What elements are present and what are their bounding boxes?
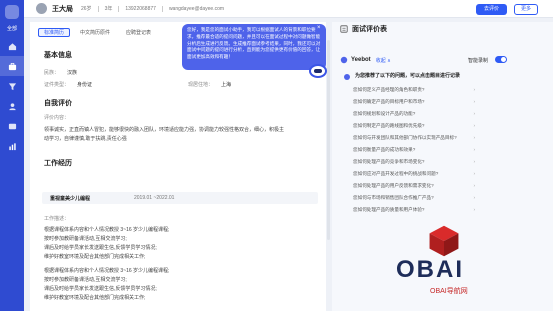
resume-scrollbar[interactable] xyxy=(327,40,330,240)
ethnicity-field: 民族： 汉族 xyxy=(44,69,77,76)
self-eval-title: 自我评价 xyxy=(44,100,72,107)
question-item[interactable]: 您如何应对产品开发过程中的挑战和问题? › xyxy=(353,168,475,180)
question-item[interactable]: 您如何处理产品的用户反馈和需求变化? › xyxy=(353,180,475,192)
question-list: 您如何定义产品经理的角色和职责? › 您如何确定产品的目标用户和市场? › 您如何规… xyxy=(353,84,475,216)
work-desc-line: 课后及时给学员家长发送跟生信,反馈学员学习情况; xyxy=(44,286,157,292)
self-eval-line: 动学习，自律谨慎,敢于扶跳,责任心强 xyxy=(44,136,127,142)
bot-avatar-icon xyxy=(344,74,350,80)
basic-info-title: 基本信息 xyxy=(44,52,72,59)
smart-record-label: 智能录制 xyxy=(468,58,489,64)
question-item[interactable]: 您如何确定产品的目标用户和市场? › xyxy=(353,96,475,108)
question-item[interactable]: 您如何衡量产品的成功和效果? › xyxy=(353,144,475,156)
tooltip-text: 您好，我是您的面试小助手，我可以根据面试人的背景和职位要求，推荐最合适的提问问题… xyxy=(187,27,321,60)
chart-icon[interactable] xyxy=(0,136,24,156)
chevron-right-icon: › xyxy=(473,159,475,164)
work-desc-line: 维护好教室环境及配合其他部门完成相关工作; xyxy=(44,254,146,260)
yeebot-icon xyxy=(340,56,348,64)
experience-company: 重视童美少儿编程 xyxy=(50,196,91,202)
experience-date: 2019.01 ~2022.01 xyxy=(134,195,175,201)
chevron-right-icon: › xyxy=(473,135,475,140)
evaluate-button[interactable]: 去评价 xyxy=(476,4,508,15)
robot-icon[interactable] xyxy=(309,64,327,78)
question-item[interactable]: 您如何定义产品经理的角色和职责? › xyxy=(353,84,475,96)
id-card-icon[interactable] xyxy=(0,116,24,136)
candidate-name: 王大局 xyxy=(52,5,73,13)
panel-title: 面试评价表 xyxy=(352,26,387,33)
ethnicity-label: 民族： xyxy=(44,70,60,76)
work-desc-line: 维护好教室环境及配合其他部门完成相关工作; xyxy=(44,295,146,301)
work-desc-line: 根据课程体系内容和个人情况教授 3~16 岁少儿编程课程; xyxy=(44,227,170,233)
work-desc-label: 工作描述： xyxy=(44,216,70,222)
question-item[interactable]: 您如何规划和设计产品的功能? › xyxy=(353,108,475,120)
candidate-email: wangdayee@dayee.com xyxy=(168,5,225,12)
ethnicity-value: 汉族 xyxy=(67,70,78,76)
divider xyxy=(161,5,163,12)
self-eval-label: 评价内容： xyxy=(44,115,70,121)
work-desc-line: 按时参加教研备课活动,互相交流学习; xyxy=(44,236,127,242)
watermark-logo: OBAI OBAI导航网 xyxy=(396,224,526,304)
briefcase-icon[interactable] xyxy=(0,56,24,76)
domicile-value: 上海 xyxy=(221,82,232,88)
chevron-right-icon: › xyxy=(473,207,475,212)
work-title: 工作经历 xyxy=(44,160,72,167)
domicile-label: 现居住地： xyxy=(188,82,214,88)
chevron-right-icon: › xyxy=(473,183,475,188)
watermark-subtitle: OBAI导航网 xyxy=(430,288,468,295)
collapse-toggle[interactable]: 收起 ∧ xyxy=(376,57,391,64)
domicile-field: 现居住地： 上海 xyxy=(188,81,231,88)
question-item[interactable]: 您如何与市场和销售团队合作推广产品? › xyxy=(353,192,475,204)
form-icon xyxy=(340,25,348,33)
tab-application-form[interactable]: 应聘登记表 xyxy=(120,28,157,37)
watermark-brand: OBAI xyxy=(396,256,464,283)
chevron-right-icon: › xyxy=(473,195,475,200)
panel-header: 面试评价表 xyxy=(332,22,553,36)
smart-record-switch[interactable] xyxy=(495,56,507,63)
id-type-label: 证件类型： xyxy=(44,82,70,88)
question-item[interactable]: 您如何处理产品的竞争和市场变化? › xyxy=(353,156,475,168)
divider xyxy=(118,5,120,12)
chevron-right-icon: › xyxy=(473,171,475,176)
divider xyxy=(97,5,99,12)
chevron-right-icon: › xyxy=(473,123,475,128)
sidebar-all-menu[interactable]: 全部 xyxy=(7,25,17,32)
chevron-right-icon: › xyxy=(473,87,475,92)
question-item[interactable]: 您如何与开发团队和其他部门协作以实现产品目标? › xyxy=(353,132,475,144)
sidebar: 全部 xyxy=(0,0,24,311)
resume-tabs: 标准简历 中文简历原件 应聘登记表 xyxy=(38,28,161,37)
work-desc-line: 按时参加教研备课活动,互相交流学习; xyxy=(44,277,127,283)
recommend-heading: 为您推荐了以下的问题，可以点击题目进行记录 xyxy=(355,73,461,79)
self-eval-line: 领事诚实，正直而镇人冒犯，能够很快的融入团队，环境适应能力强，协调能力较强性格双… xyxy=(44,127,285,133)
app-logo xyxy=(5,5,19,19)
yeebot-name: Yeebot xyxy=(351,57,371,63)
avatar xyxy=(36,3,47,14)
more-button[interactable]: 更多 xyxy=(514,4,539,15)
work-desc-line: 课后及时给学员家长发送跟生信,反馈学员学习情况; xyxy=(44,245,157,251)
candidate-header: 王大局 26岁 3年 13922068877 wangdayee@dayee.c… xyxy=(24,0,553,18)
home-icon[interactable] xyxy=(0,36,24,56)
candidate-experience: 3年 xyxy=(104,6,113,12)
tab-standard-resume[interactable]: 标准简历 xyxy=(38,28,71,37)
id-type-value: 身份证 xyxy=(77,82,93,88)
candidate-phone: 13922068877 xyxy=(125,5,156,12)
close-icon[interactable]: × xyxy=(317,25,321,31)
filter-icon[interactable] xyxy=(0,76,24,96)
chevron-right-icon: › xyxy=(473,111,475,116)
user-icon[interactable] xyxy=(0,96,24,116)
candidate-age: 26岁 xyxy=(81,6,92,12)
id-type-field: 证件类型： 身份证 xyxy=(44,81,92,88)
chevron-right-icon: › xyxy=(473,99,475,104)
tab-original-resume[interactable]: 中文简历原件 xyxy=(74,28,116,37)
work-desc-line: 根据课程体系内容和个人情况教授 3~16 岁少儿编程课程; xyxy=(44,268,170,274)
chevron-right-icon: › xyxy=(473,147,475,152)
cube-logo-icon xyxy=(429,225,459,257)
assistant-tooltip: 您好，我是您的面试小助手，我可以根据面试人的背景和职位要求，推荐最合适的提问问题… xyxy=(182,24,326,70)
question-item[interactable]: 您如何制定产品的路线图和优先级? › xyxy=(353,120,475,132)
question-item[interactable]: 您如何处理产品的质量和用户体验? › xyxy=(353,204,475,216)
yeebot-row: Yeebot 收起 ∧ xyxy=(340,56,391,64)
